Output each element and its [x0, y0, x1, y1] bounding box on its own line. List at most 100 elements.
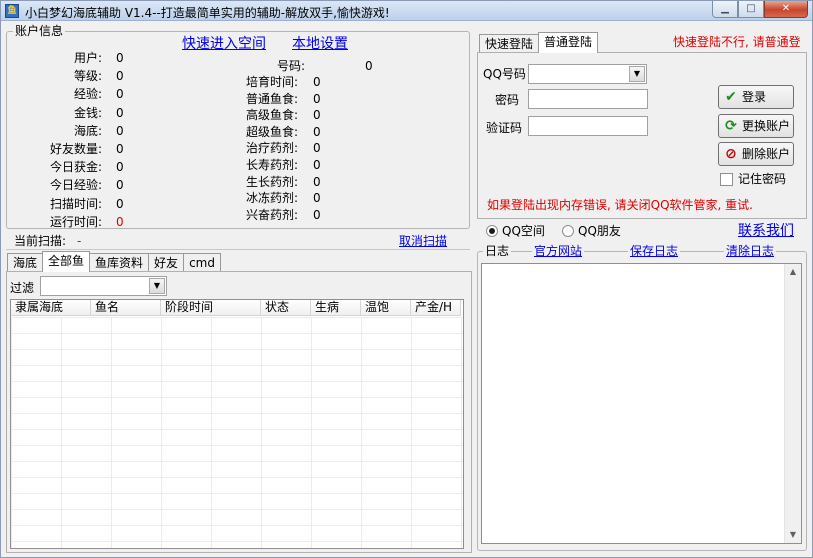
captcha-field[interactable] [528, 116, 648, 136]
account-field-label: 用户: [73, 51, 102, 65]
log-scrollbar[interactable]: ▲ ▼ [784, 264, 801, 543]
window-controls: ▁ □ ✕ [712, 1, 808, 19]
title-bar[interactable]: 鱼 小白梦幻海底辅助 V1.4--打造最简单实用的辅助-解放双手,愉快游戏! ▁… [1, 1, 812, 21]
tab-cmd[interactable]: cmd [183, 253, 221, 272]
tab-鱼库资料[interactable]: 鱼库资料 [89, 253, 150, 272]
account-field-value: 0 [116, 69, 124, 84]
scan-divider [6, 249, 470, 250]
login-tab-普通登陆[interactable]: 普通登陆 [538, 32, 599, 53]
account-field-value: 0 [116, 160, 124, 175]
fish-table-body[interactable] [11, 317, 463, 548]
scroll-up-icon[interactable]: ▲ [785, 264, 801, 280]
account-field-value: 0 [313, 158, 321, 172]
tab-海底[interactable]: 海底 [7, 253, 44, 272]
account-field-label: 等级: [73, 69, 102, 84]
column-header[interactable]: 温饱 [361, 300, 411, 316]
current-scan-value: - [77, 234, 82, 248]
refresh-icon: ⟳ [725, 118, 737, 134]
account-field-label: 海底: [73, 123, 102, 138]
account-field-value: 0 [116, 87, 124, 102]
account-field-label: 超级鱼食: [245, 124, 298, 139]
minimize-button[interactable]: ▁ [712, 1, 738, 18]
account-field-value: 0 [116, 142, 124, 156]
password-field[interactable] [528, 89, 648, 109]
account-field-value: 0 [313, 75, 321, 89]
account-field-label: 治疗药剂: [245, 141, 298, 156]
account-field-value: 0 [313, 108, 321, 123]
chevron-down-icon[interactable]: ▼ [149, 278, 165, 294]
login-button[interactable]: ✔ 登录 [718, 85, 794, 109]
tab-全部鱼[interactable]: 全部鱼 [42, 251, 91, 272]
clear-log-link[interactable]: 清除日志 [724, 244, 777, 258]
captcha-label: 验证码 [486, 121, 523, 135]
current-scan-label: 当前扫描: [14, 234, 67, 248]
remember-password-label[interactable]: 记住密码 [738, 172, 786, 186]
account-field-value: 0 [116, 178, 124, 193]
account-field-value: 0 [313, 207, 321, 222]
close-button[interactable]: ✕ [764, 1, 808, 18]
column-header[interactable]: 生病 [311, 300, 361, 316]
window-title: 小白梦幻海底辅助 V1.4--打造最简单实用的辅助-解放双手,愉快游戏! [25, 6, 390, 20]
log-label: 日志 [483, 244, 512, 258]
check-icon: ✔ [725, 89, 737, 105]
account-field-label: 高级鱼食: [245, 108, 298, 123]
no-entry-icon: ⊘ [725, 146, 737, 162]
log-textarea[interactable]: ▲ ▼ [481, 263, 802, 544]
column-header[interactable]: 阶段时间 [161, 300, 261, 316]
account-field-label: 培育时间: [245, 75, 298, 89]
account-field-value: 0 [313, 191, 321, 206]
qq-friend-radio[interactable] [562, 225, 574, 237]
account-field-value: 0 [313, 91, 321, 106]
filter-label: 过滤 [10, 281, 35, 295]
login-tab-strip: 快速登陆 普通登陆 [479, 32, 599, 53]
remember-password-checkbox[interactable] [720, 173, 733, 186]
quick-enter-link[interactable]: 快速进入空间 [182, 36, 266, 52]
qq-number-label: QQ号码 [483, 67, 526, 81]
account-field-label: 扫描时间: [49, 196, 102, 211]
contact-us-link[interactable]: 联系我们 [738, 223, 794, 239]
official-site-link[interactable]: 官方网站 [532, 244, 585, 258]
password-label: 密码 [495, 93, 520, 107]
delete-account-button[interactable]: ⊘ 删除账户 [718, 142, 794, 166]
account-field-value: 0 [313, 124, 321, 139]
scroll-down-icon[interactable]: ▼ [785, 527, 801, 543]
account-field-label: 号码: [276, 59, 305, 73]
quick-login-notice: 快速登陆不行, 请普通登 [673, 35, 801, 49]
account-field-label: 今日经验: [49, 178, 102, 193]
column-header[interactable]: 状态 [261, 300, 311, 316]
column-header[interactable]: 隶属海底 [11, 300, 91, 316]
account-field-label: 金钱: [73, 105, 102, 120]
main-window: 鱼 小白梦幻海底辅助 V1.4--打造最简单实用的辅助-解放双手,愉快游戏! ▁… [0, 0, 813, 558]
qq-space-label[interactable]: QQ空间 [502, 224, 545, 238]
tab-好友[interactable]: 好友 [148, 253, 185, 272]
account-field-value: 0 [116, 105, 124, 120]
cancel-scan-link[interactable]: 取消扫描 [399, 234, 447, 248]
account-field-value: 0 [116, 214, 124, 229]
fish-table[interactable]: 隶属海底 鱼名 阶段时间 状态 生病 温饱 产金/H [10, 299, 464, 549]
column-header[interactable]: 鱼名 [91, 300, 161, 316]
login-warning: 如果登陆出现内存错误, 请关闭QQ软件管家, 重试. [487, 198, 753, 212]
account-field-label: 今日获金: [49, 160, 102, 175]
maximize-button[interactable]: □ [738, 1, 764, 18]
switch-account-button[interactable]: ⟳ 更换账户 [718, 114, 794, 138]
save-log-link[interactable]: 保存日志 [628, 244, 681, 258]
local-settings-link[interactable]: 本地设置 [292, 36, 348, 52]
fish-table-header: 隶属海底 鱼名 阶段时间 状态 生病 温饱 产金/H [11, 300, 461, 316]
account-field-value: 0 [116, 51, 124, 65]
filter-dropdown[interactable]: ▼ [40, 276, 167, 296]
account-field-value: 0 [313, 174, 321, 189]
account-field-label: 普通鱼食: [245, 91, 298, 106]
account-field-label: 好友数量: [49, 142, 102, 156]
column-header[interactable]: 产金/H [411, 300, 461, 316]
account-info-label: 账户信息 [13, 24, 66, 38]
account-field-label: 生长药剂: [245, 174, 298, 189]
qq-number-dropdown[interactable]: ▼ [528, 64, 647, 84]
qq-space-radio[interactable] [486, 225, 498, 237]
qq-friend-label[interactable]: QQ朋友 [578, 224, 621, 238]
login-tab-快速登陆[interactable]: 快速登陆 [479, 34, 540, 53]
account-field-value: 0 [313, 141, 321, 156]
chevron-down-icon[interactable]: ▼ [629, 66, 645, 82]
account-field-value: 0 [365, 59, 373, 73]
login-button-label: 登录 [742, 90, 767, 104]
delete-account-label: 删除账户 [742, 147, 791, 161]
